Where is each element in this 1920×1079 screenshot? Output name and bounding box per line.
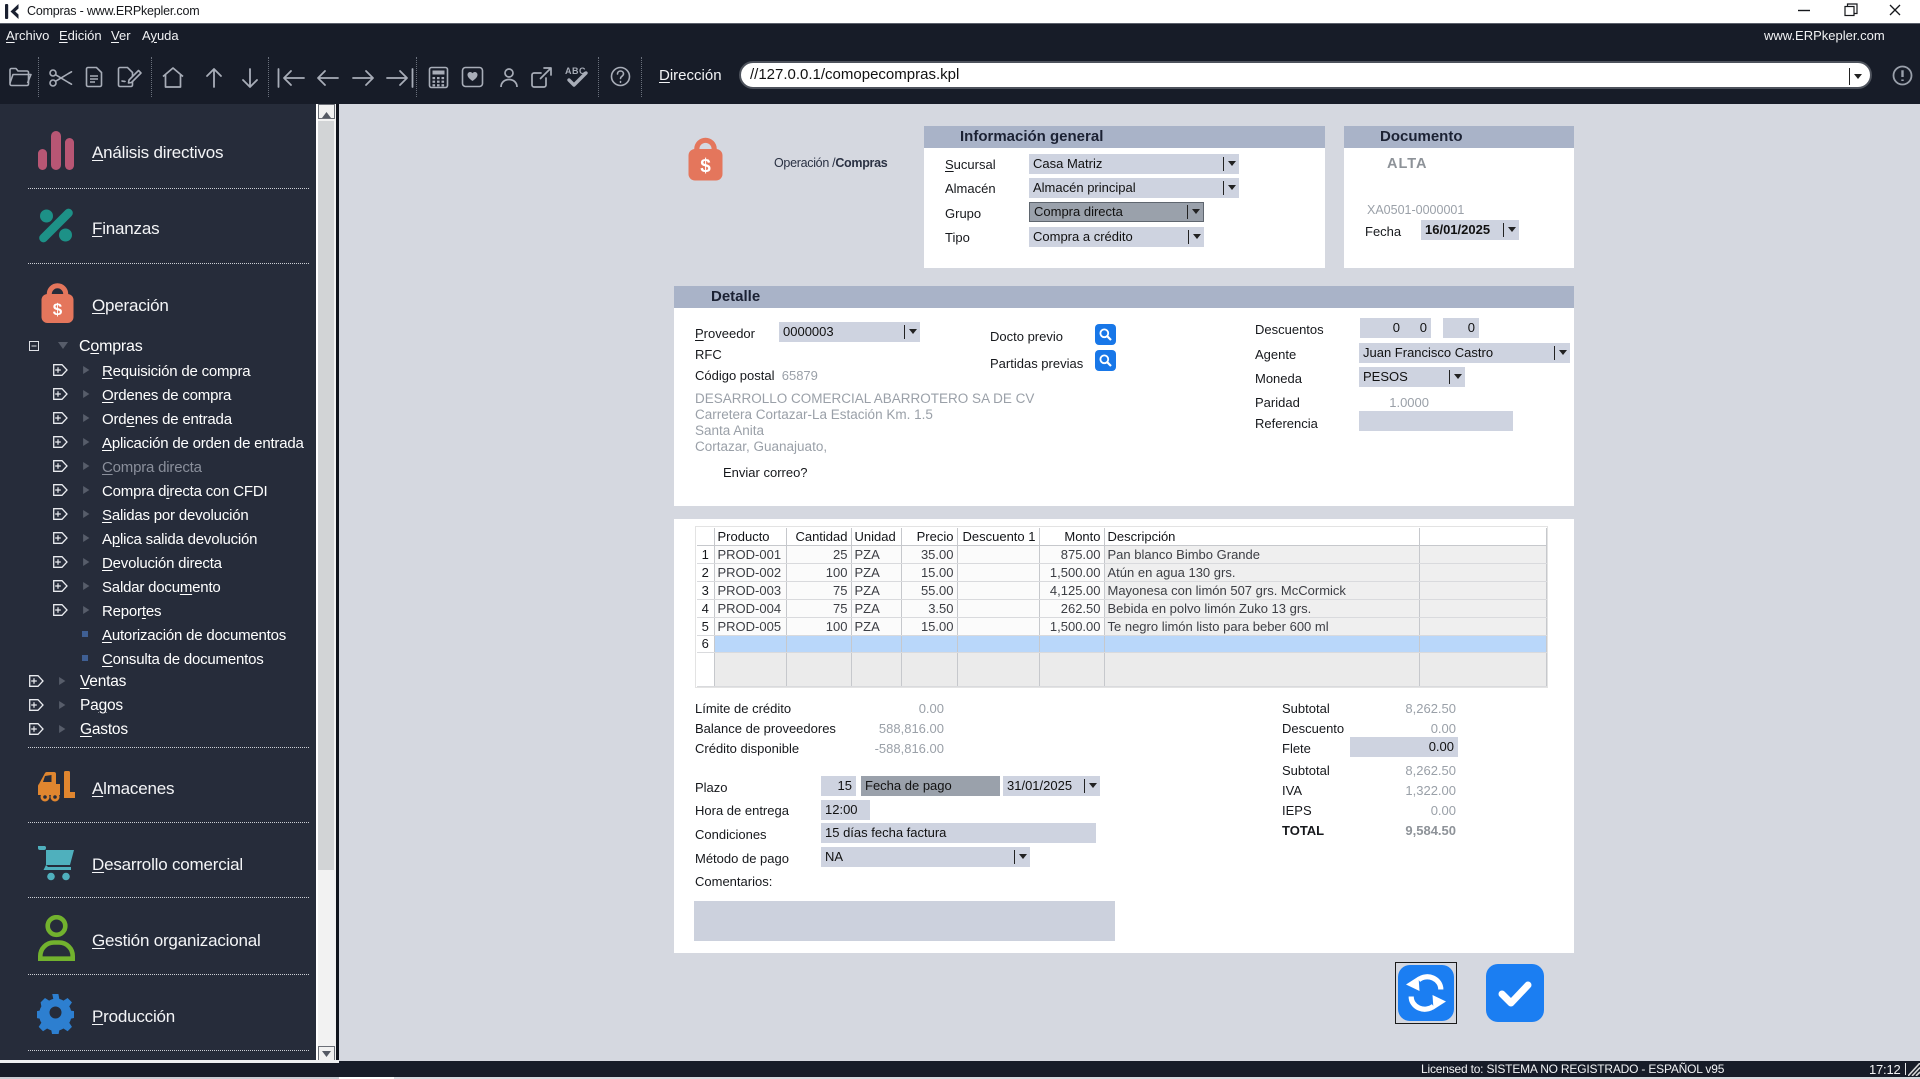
svg-text:$: $ <box>53 300 63 319</box>
svg-text:$: $ <box>700 156 711 177</box>
